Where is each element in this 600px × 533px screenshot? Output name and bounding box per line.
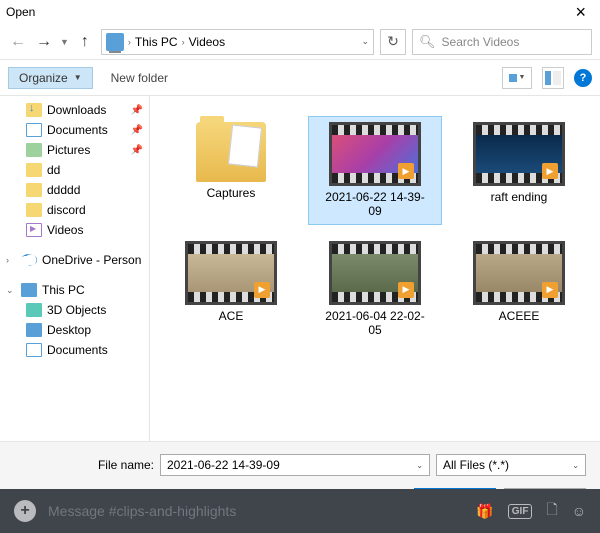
filter-value: All Files (*.*) [443,458,509,472]
item-label: raft ending [491,190,548,204]
chevron-down-icon: ▼ [74,73,82,82]
sidebar-item-label: dd [47,163,60,177]
file-ace[interactable]: ▶ ACE [164,235,298,344]
play-icon: ▶ [254,282,270,298]
sidebar-item-label: This PC [42,283,85,297]
file-2021-06-22[interactable]: ▶ 2021-06-22 14-39-09 [308,116,442,225]
sidebar-item-label: 3D Objects [47,303,106,317]
pc-icon [106,33,124,51]
forward-button[interactable]: → [34,32,54,52]
sidebar-item-label: Videos [47,223,83,237]
chevron-right-icon: › [128,37,131,47]
play-icon: ▶ [398,282,414,298]
sidebar-item-dd[interactable]: dd [0,160,149,180]
sidebar: Downloads 📌 Documents 📌 Pictures 📌 dd ddddd… [0,96,150,441]
organize-button[interactable]: Organize ▼ [8,67,93,89]
item-label: ACE [219,309,244,323]
filename-label: File name: [14,458,154,472]
sidebar-item-label: Downloads [47,103,106,117]
sidebar-item-pictures[interactable]: Pictures 📌 [0,140,149,160]
chevron-down-icon[interactable]: ⌄ [416,461,423,470]
organize-label: Organize [19,71,68,85]
chevron-right-icon: › [6,255,16,265]
item-label: 2021-06-04 22-02-05 [320,309,430,338]
pin-icon: 📌 [131,145,143,156]
sidebar-item-label: Documents [47,343,108,357]
video-thumbnail: ▶ [329,241,421,305]
sidebar-item-label: ddddd [47,183,80,197]
chevron-down-icon: ⌄ [572,461,579,470]
breadcrumb-thispc[interactable]: This PC [135,35,178,49]
back-button[interactable]: ← [8,32,28,52]
gif-icon[interactable]: GIF [508,504,533,519]
recent-dropdown[interactable]: ▼ [60,37,69,47]
video-thumbnail: ▶ [473,122,565,186]
chevron-down-icon[interactable]: ⌄ [361,36,369,47]
gift-icon[interactable]: 🎁 [476,503,493,520]
play-icon: ▶ [542,163,558,179]
chevron-down-icon: ⌄ [6,285,16,296]
folder-icon [196,122,266,182]
sidebar-item-documents2[interactable]: Documents [0,340,149,360]
sidebar-item-label: Desktop [47,323,91,337]
window-title: Open [6,5,35,19]
video-thumbnail: ▶ [329,122,421,186]
sidebar-item-label: Documents [47,123,108,137]
file-grid[interactable]: Captures ▶ 2021-06-22 14-39-09 ▶ raft en… [150,96,600,441]
file-raft-ending[interactable]: ▶ raft ending [452,116,586,225]
video-thumbnail: ▶ [185,241,277,305]
preview-pane-button[interactable] [542,67,564,89]
chevron-right-icon: › [182,37,185,47]
new-folder-button[interactable]: New folder [111,71,168,85]
help-icon[interactable]: ? [574,69,592,87]
sidebar-item-desktop[interactable]: Desktop [0,320,149,340]
search-placeholder: Search Videos [442,35,520,49]
emoji-icon[interactable]: ☺ [572,503,586,519]
refresh-button[interactable]: ↻ [380,29,406,55]
sidebar-item-downloads[interactable]: Downloads 📌 [0,100,149,120]
view-mode-button[interactable]: ▼ [502,67,532,89]
file-aceee[interactable]: ▶ ACEEE [452,235,586,344]
video-thumbnail: ▶ [473,241,565,305]
discord-message-bar: + Message #clips-and-highlights 🎁 GIF 🗋 … [0,489,600,533]
attach-button[interactable]: + [14,500,36,522]
play-icon: ▶ [542,282,558,298]
breadcrumb-videos[interactable]: Videos [189,35,225,49]
pin-icon: 📌 [131,125,143,136]
sidebar-item-videos[interactable]: Videos [0,220,149,240]
item-label: 2021-06-22 14-39-09 [320,190,430,219]
sidebar-item-3dobjects[interactable]: 3D Objects [0,300,149,320]
message-input[interactable]: Message #clips-and-highlights [48,503,464,519]
search-input[interactable]: 🔍︎ Search Videos [412,29,592,55]
search-icon: 🔍︎ [419,34,436,50]
folder-captures[interactable]: Captures [164,116,298,225]
filename-input[interactable]: 2021-06-22 14-39-09 ⌄ [160,454,430,476]
sidebar-item-ddddd[interactable]: ddddd [0,180,149,200]
play-icon: ▶ [398,163,414,179]
up-button[interactable]: ↑ [75,32,95,52]
item-label: ACEEE [499,309,540,323]
sidebar-item-label: OneDrive - Person [42,253,141,267]
sidebar-item-label: Pictures [47,143,90,157]
file-2021-06-04[interactable]: ▶ 2021-06-04 22-02-05 [308,235,442,344]
item-label: Captures [207,186,256,200]
sidebar-item-thispc[interactable]: ⌄ This PC [0,280,149,300]
breadcrumb[interactable]: › This PC › Videos ⌄ [101,29,374,55]
close-icon[interactable]: × [567,2,594,23]
sidebar-item-documents[interactable]: Documents 📌 [0,120,149,140]
sidebar-item-onedrive[interactable]: › OneDrive - Person [0,250,149,270]
sidebar-item-discord[interactable]: discord [0,200,149,220]
filename-value: 2021-06-22 14-39-09 [167,458,280,472]
pin-icon: 📌 [131,105,143,116]
file-filter-dropdown[interactable]: All Files (*.*) ⌄ [436,454,586,476]
sidebar-item-label: discord [47,203,86,217]
sticker-icon[interactable]: 🗋 [546,499,557,523]
